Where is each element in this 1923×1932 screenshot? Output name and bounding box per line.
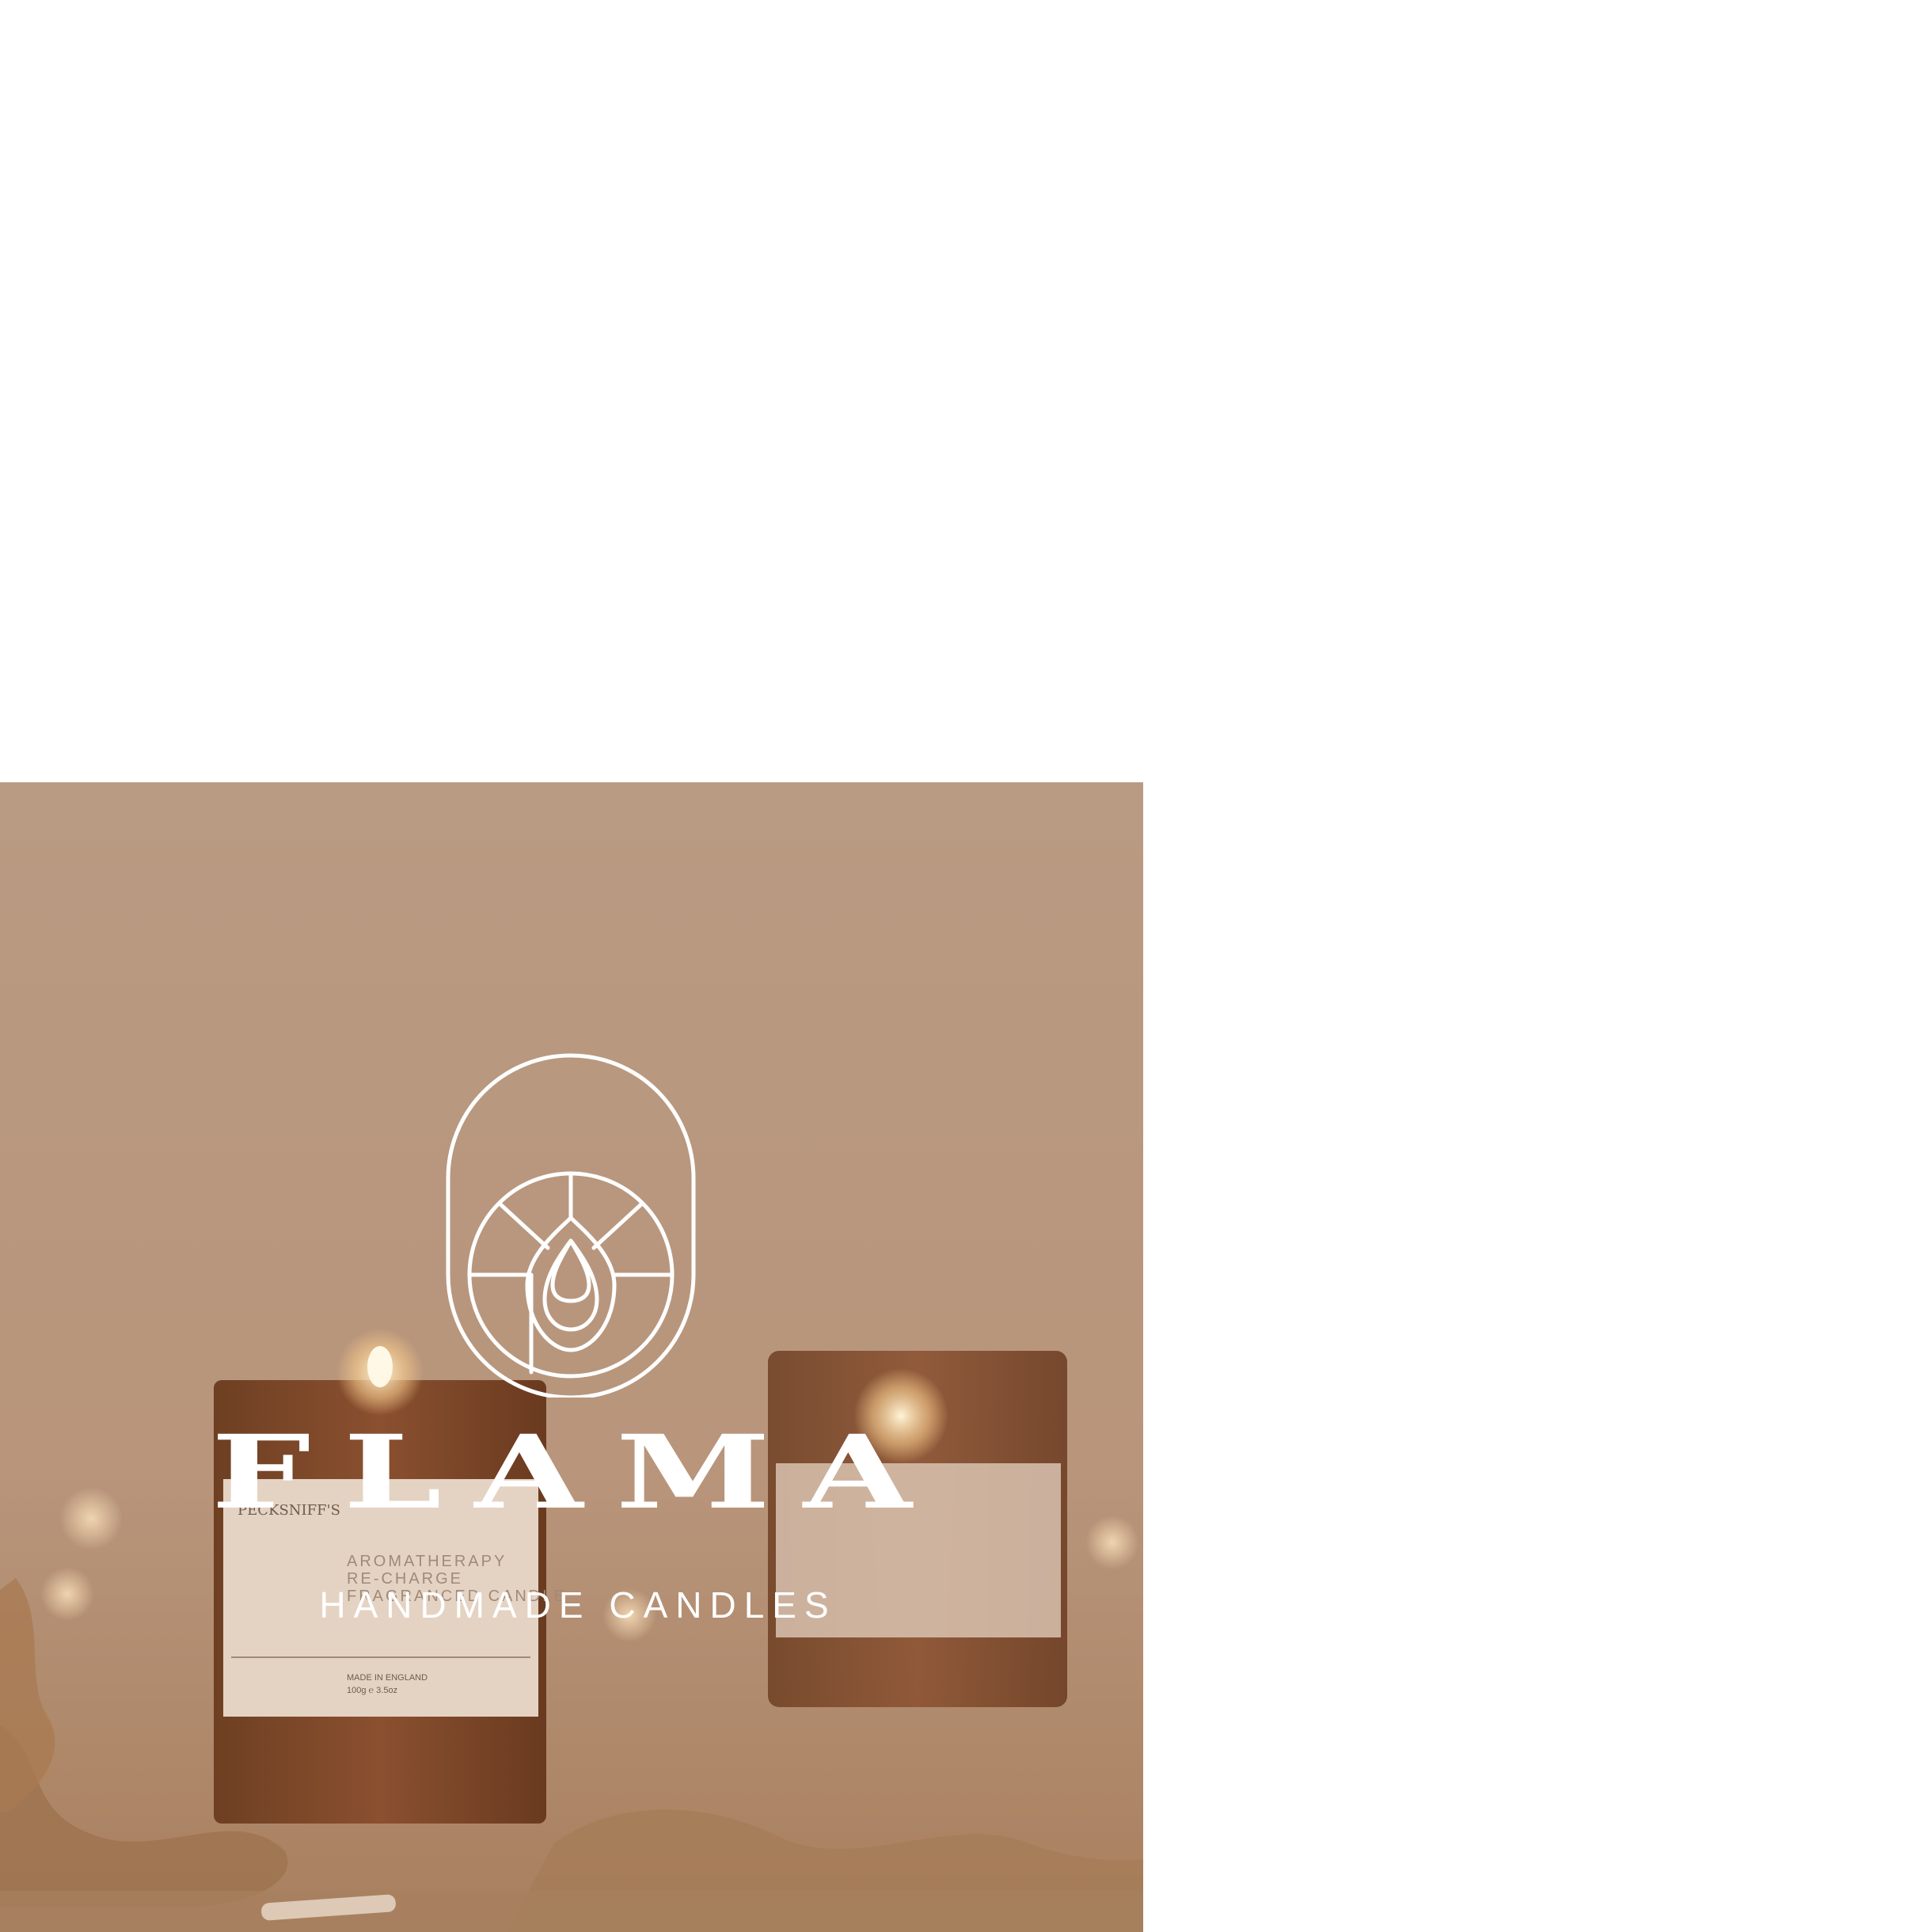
jar-label-weight: 100g ℮ 3.5oz: [347, 1686, 397, 1695]
brand-name: FLAMA: [211, 1413, 945, 1532]
jar-label-line1: AROMATHERAPY: [347, 1553, 507, 1570]
jar-label-origin: MADE IN ENGLAND: [347, 1673, 428, 1683]
page: PECKSNIFF'S AROMATHERAPY RE-CHARGE FRAGR…: [0, 0, 1923, 1932]
candle-flame-arch-logo-icon: [446, 1053, 696, 1398]
brand-tagline: HANDMADE CANDLES: [319, 1584, 837, 1626]
